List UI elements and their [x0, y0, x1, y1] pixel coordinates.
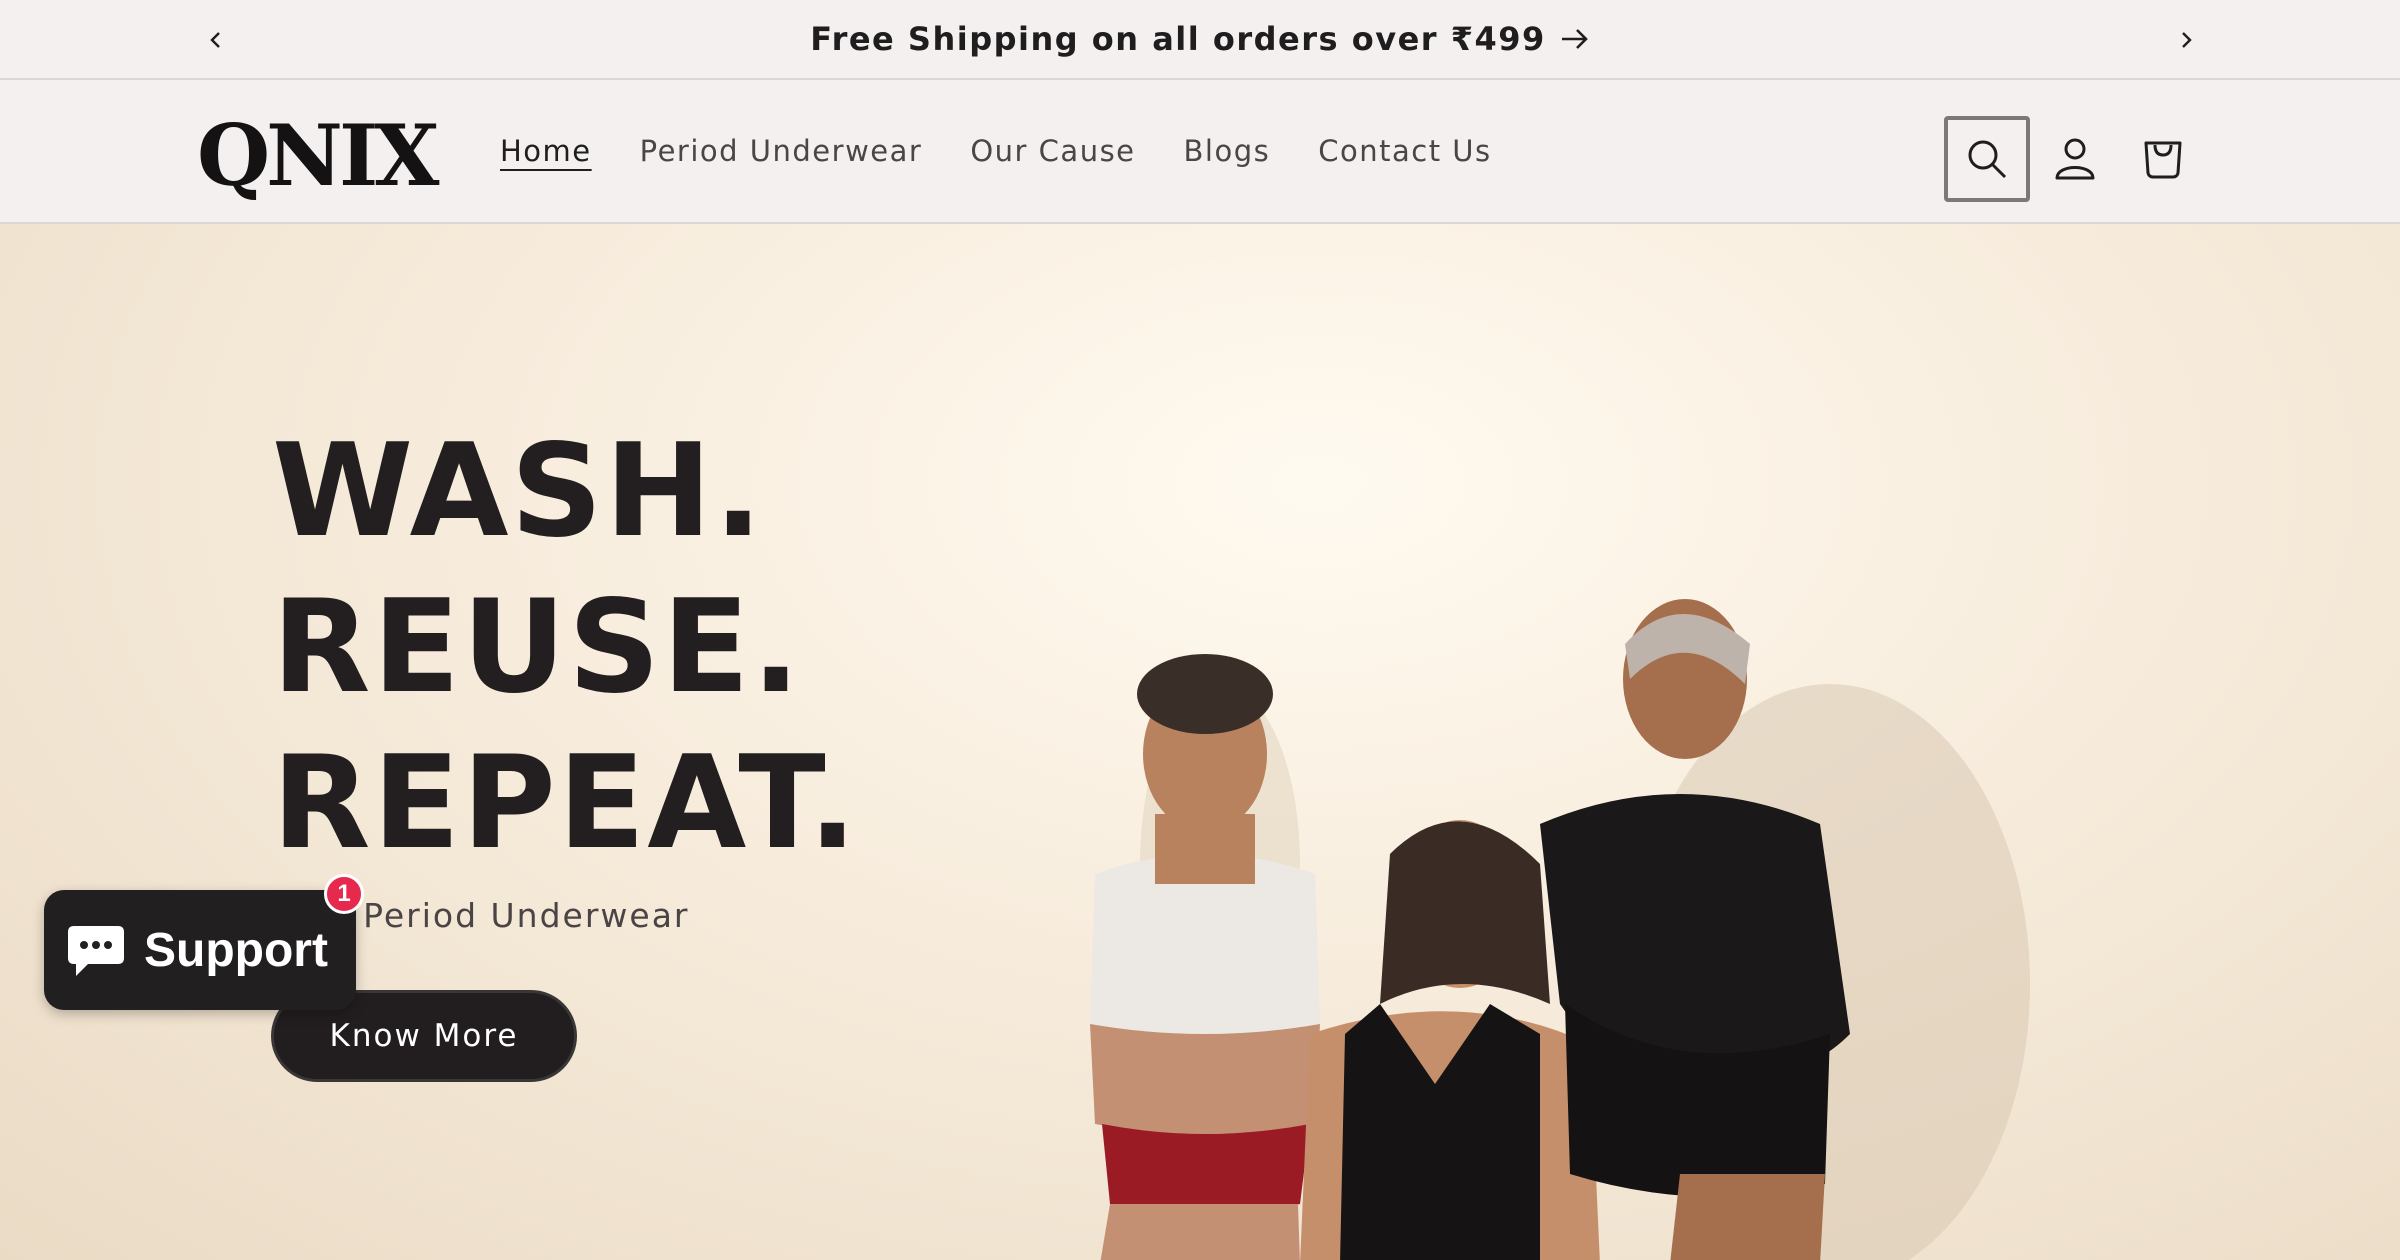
nav-blogs[interactable]: Blogs: [1184, 134, 1271, 168]
arrow-right-icon: [1561, 29, 1588, 49]
announcement-prev-button[interactable]: [196, 20, 236, 60]
nav-home[interactable]: Home: [500, 134, 592, 168]
cart-button[interactable]: [2120, 116, 2206, 202]
headline-line-2: REUSE.: [272, 573, 803, 722]
account-button[interactable]: [2032, 116, 2118, 202]
nav-our-cause[interactable]: Our Cause: [970, 134, 1135, 168]
hero-photo: [1090, 599, 2030, 1260]
site-logo[interactable]: QNIX: [197, 114, 439, 198]
site-header: QNIX Home Period Underwear Our Cause Blo…: [0, 80, 2400, 224]
announcement-next-button[interactable]: [2166, 20, 2206, 60]
cart-icon: [2144, 141, 2182, 179]
account-icon: [2055, 138, 2095, 180]
search-icon: [1968, 140, 2007, 179]
chevron-left-icon: [210, 32, 220, 48]
headline-line-3: REPEAT.: [272, 729, 859, 878]
announcement-bar: Free Shipping on all orders over ₹499: [0, 0, 2400, 80]
nav-period-underwear[interactable]: Period Underwear: [640, 134, 923, 168]
headline-line-1: WASH.: [272, 417, 765, 566]
announcement-link[interactable]: Free Shipping on all orders over ₹499: [810, 20, 1590, 58]
nav-contact-us[interactable]: Contact Us: [1318, 134, 1491, 168]
hero-banner: WASH. REUSE. REPEAT. able Period Underwe…: [0, 224, 2400, 1260]
support-label: Support: [144, 923, 328, 977]
chat-bubble-icon: [68, 926, 124, 976]
support-notification-badge: 1: [324, 874, 364, 914]
support-chat-button[interactable]: Support: [44, 890, 356, 1010]
search-button[interactable]: [1944, 116, 2030, 202]
chevron-right-icon: [2182, 32, 2192, 48]
hero-headline: WASH. REUSE. REPEAT.: [272, 414, 859, 882]
main-nav: Home Period Underwear Our Cause Blogs Co…: [500, 80, 1492, 222]
announcement-text: Free Shipping on all orders over ₹499: [810, 20, 1546, 58]
